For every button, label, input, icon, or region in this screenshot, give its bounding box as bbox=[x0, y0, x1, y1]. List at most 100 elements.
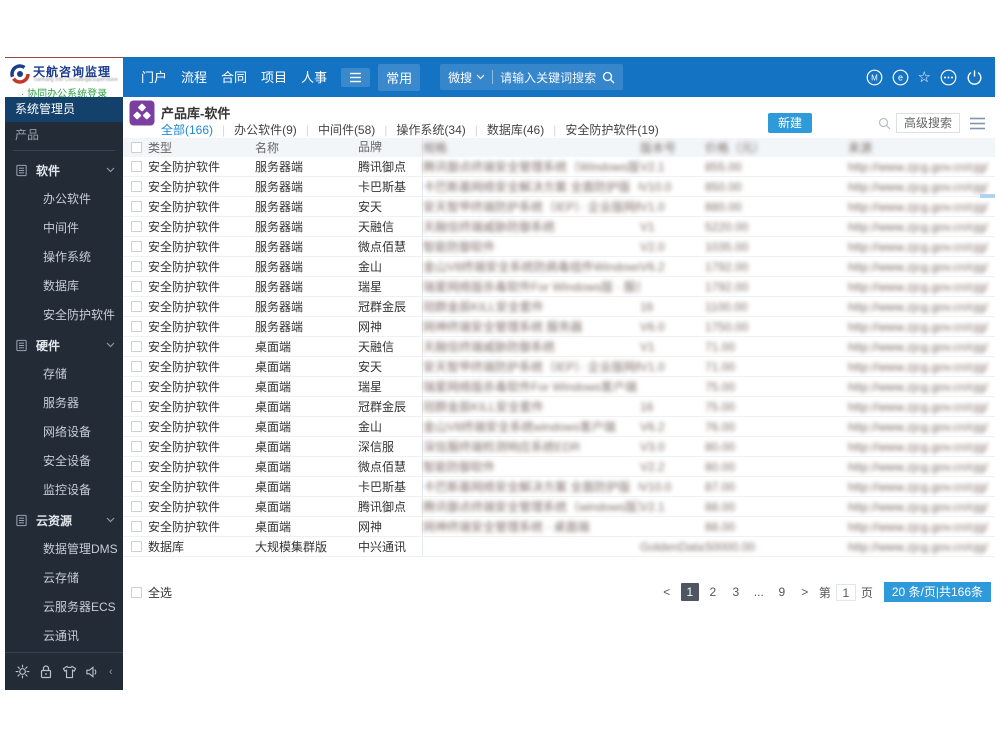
table-row[interactable]: 安全防护软件 桌面端 冠群金辰 冠群金辰KILL安全套件 16 75.00 ht… bbox=[123, 397, 995, 417]
apps-menu-button[interactable] bbox=[341, 67, 371, 87]
sidebar-item[interactable]: 云存储 bbox=[5, 564, 123, 593]
page-button[interactable]: 2 bbox=[704, 583, 722, 601]
row-checkbox[interactable] bbox=[131, 541, 142, 552]
sidebar-item[interactable]: 办公软件 bbox=[5, 185, 123, 214]
row-checkbox[interactable] bbox=[131, 381, 142, 392]
sidebar-collapse-icon[interactable]: ‹ bbox=[109, 666, 113, 678]
table-row[interactable]: 数据库 大规模集群版 中兴通讯 GoldenData s… 50000.00 h… bbox=[123, 537, 995, 557]
sidebar-item[interactable]: 安全设备 bbox=[5, 447, 123, 476]
column-header[interactable]: 价格（元） bbox=[705, 139, 848, 156]
list-view-icon[interactable] bbox=[970, 117, 985, 130]
tab[interactable]: 中间件(58) bbox=[318, 121, 375, 138]
header-checkbox[interactable] bbox=[131, 142, 142, 153]
column-header[interactable]: 规格 bbox=[423, 139, 640, 156]
table-row[interactable]: 安全防护软件 桌面端 网神 网神终端安全管理系统 · 桌面端 88.00 htt… bbox=[123, 517, 995, 537]
sidebar-item[interactable]: 监控设备 bbox=[5, 476, 123, 505]
page-prev-button[interactable]: < bbox=[658, 583, 676, 601]
jump-page-input[interactable]: 1 bbox=[835, 583, 856, 601]
row-checkbox[interactable] bbox=[131, 221, 142, 232]
column-header[interactable]: 类型 bbox=[148, 139, 255, 156]
sidebar-group[interactable]: 云资源 bbox=[5, 505, 123, 535]
sidebar-item[interactable]: 云通讯 bbox=[5, 622, 123, 651]
nav-item[interactable]: 流程 bbox=[181, 70, 207, 85]
nav-item[interactable]: 人事 bbox=[301, 70, 327, 85]
select-all-checkbox[interactable] bbox=[131, 586, 142, 598]
settings-gear-icon[interactable] bbox=[15, 664, 30, 679]
table-row[interactable]: 安全防护软件 服务器端 冠群金辰 冠群金辰KILL安全套件 16 1100.00… bbox=[123, 297, 995, 317]
table-row[interactable]: 安全防护软件 桌面端 金山 金山V8终端安全系统windows客户端 V6.2 … bbox=[123, 417, 995, 437]
power-logout-icon[interactable] bbox=[966, 69, 983, 86]
sidebar-item[interactable]: 服务器 bbox=[5, 389, 123, 418]
sidebar-item[interactable]: 安全防护软件 bbox=[5, 301, 123, 330]
theme-shirt-icon[interactable] bbox=[62, 665, 77, 679]
sidebar-item[interactable]: 数据管理DMS bbox=[5, 535, 123, 564]
table-row[interactable]: 安全防护软件 桌面端 天融信 天融信终端威胁防御系统 V1 71.00 http… bbox=[123, 337, 995, 357]
sidebar-section-product[interactable]: 产品 bbox=[5, 122, 123, 148]
sidebar-item[interactable]: 操作系统 bbox=[5, 243, 123, 272]
row-checkbox[interactable] bbox=[131, 501, 142, 512]
echat-icon[interactable]: e bbox=[892, 69, 909, 86]
table-row[interactable]: 安全防护软件 桌面端 深信服 深信服终端检测响应系统EDR V3.0 80.00… bbox=[123, 437, 995, 457]
tab[interactable]: 操作系统(34) bbox=[396, 121, 465, 138]
table-row[interactable]: 安全防护软件 桌面端 卡巴斯基 卡巴斯基网络安全解决方案 全面防护版（KESB）… bbox=[123, 477, 995, 497]
row-checkbox[interactable] bbox=[131, 441, 142, 452]
page-next-button[interactable]: > bbox=[796, 583, 814, 601]
search-input[interactable]: 请输入关键词搜索 bbox=[500, 69, 596, 86]
row-checkbox[interactable] bbox=[131, 521, 142, 532]
table-row[interactable]: 安全防护软件 桌面端 安天 安天智甲终端防护系统（IEP）· 企业版网络版 V1… bbox=[123, 357, 995, 377]
new-button[interactable]: 新建 bbox=[767, 113, 812, 133]
more-options-icon[interactable] bbox=[940, 69, 957, 86]
nav-item[interactable]: 门户 bbox=[141, 70, 167, 85]
table-row[interactable]: 安全防护软件 服务器端 天融信 天融信终端威胁防御系统 V1 5220.00 h… bbox=[123, 217, 995, 237]
row-checkbox[interactable] bbox=[131, 261, 142, 272]
row-checkbox[interactable] bbox=[131, 481, 142, 492]
row-checkbox[interactable] bbox=[131, 321, 142, 332]
row-checkbox[interactable] bbox=[131, 281, 142, 292]
tab[interactable]: 数据库(46) bbox=[487, 121, 544, 138]
table-row[interactable]: 安全防护软件 桌面端 腾讯御点 腾讯御点终端安全管理系统（windows版）V2… bbox=[123, 497, 995, 517]
column-header[interactable]: 名称 bbox=[255, 139, 358, 156]
page-button[interactable]: 3 bbox=[727, 583, 745, 601]
row-checkbox[interactable] bbox=[131, 461, 142, 472]
row-checkbox[interactable] bbox=[131, 301, 142, 312]
sidebar-item[interactable]: 中间件 bbox=[5, 214, 123, 243]
sidebar-group[interactable]: 硬件 bbox=[5, 330, 123, 360]
table-row[interactable]: 安全防护软件 桌面端 瑞星 瑞星网络版杀毒软件For Windows客户端 75… bbox=[123, 377, 995, 397]
row-checkbox[interactable] bbox=[131, 421, 142, 432]
sidebar-item[interactable]: 网络设备 bbox=[5, 418, 123, 447]
advanced-search-button[interactable]: 高级搜索 bbox=[895, 113, 960, 133]
tab[interactable]: 全部(166) bbox=[161, 121, 213, 138]
sidebar-group[interactable]: 软件 bbox=[5, 155, 123, 185]
table-search-icon[interactable] bbox=[878, 117, 891, 130]
search-icon[interactable] bbox=[602, 71, 615, 84]
lock-icon[interactable] bbox=[39, 664, 53, 679]
row-checkbox[interactable] bbox=[131, 341, 142, 352]
scrollbar-thumb[interactable] bbox=[980, 194, 995, 198]
table-row[interactable]: 安全防护软件 服务器端 安天 安天智甲终端防护系统（IEP）· 企业版网络版 V… bbox=[123, 197, 995, 217]
message-m-icon[interactable]: M bbox=[866, 69, 883, 86]
table-row[interactable]: 安全防护软件 服务器端 网神 网神终端安全管理系统 服务器 V6.0 1750.… bbox=[123, 317, 995, 337]
row-checkbox[interactable] bbox=[131, 361, 142, 372]
volume-speaker-icon[interactable] bbox=[85, 665, 100, 679]
page-button[interactable]: 9 bbox=[773, 583, 791, 601]
tab[interactable]: 安全防护软件(19) bbox=[565, 121, 658, 138]
row-checkbox[interactable] bbox=[131, 241, 142, 252]
table-row[interactable]: 安全防护软件 服务器端 金山 金山V8终端安全系统防病毒组件Windows系统服… bbox=[123, 257, 995, 277]
column-header[interactable]: 来源 bbox=[848, 139, 995, 156]
nav-item-changyong[interactable]: 常用 bbox=[378, 63, 421, 91]
nav-item[interactable]: 合同 bbox=[221, 70, 247, 85]
table-row[interactable]: 安全防护软件 服务器端 微点佰慧 智能防御软件 V2.0 1035.00 htt… bbox=[123, 237, 995, 257]
table-row[interactable]: 安全防护软件 桌面端 微点佰慧 智能防御软件 V2.2 80.00 http:/… bbox=[123, 457, 995, 477]
table-row[interactable]: 安全防护软件 服务器端 腾讯御点 腾讯御点终端安全管理系统（Windows版） … bbox=[123, 157, 995, 177]
sidebar-item[interactable]: 云服务器ECS bbox=[5, 593, 123, 622]
search-scope-label[interactable]: 微搜 bbox=[448, 69, 472, 86]
favorites-star-icon[interactable]: ☆ bbox=[918, 70, 931, 85]
sidebar-item[interactable]: 存储 bbox=[5, 360, 123, 389]
nav-item[interactable]: 项目 bbox=[261, 70, 287, 85]
column-header[interactable]: 版本号 bbox=[640, 139, 705, 156]
row-checkbox[interactable] bbox=[131, 181, 142, 192]
page-button[interactable]: 1 bbox=[680, 583, 699, 601]
per-page-total-badge[interactable]: 20 条/页|共166条 bbox=[883, 582, 991, 602]
column-header[interactable]: 品牌 bbox=[358, 138, 423, 157]
row-checkbox[interactable] bbox=[131, 201, 142, 212]
